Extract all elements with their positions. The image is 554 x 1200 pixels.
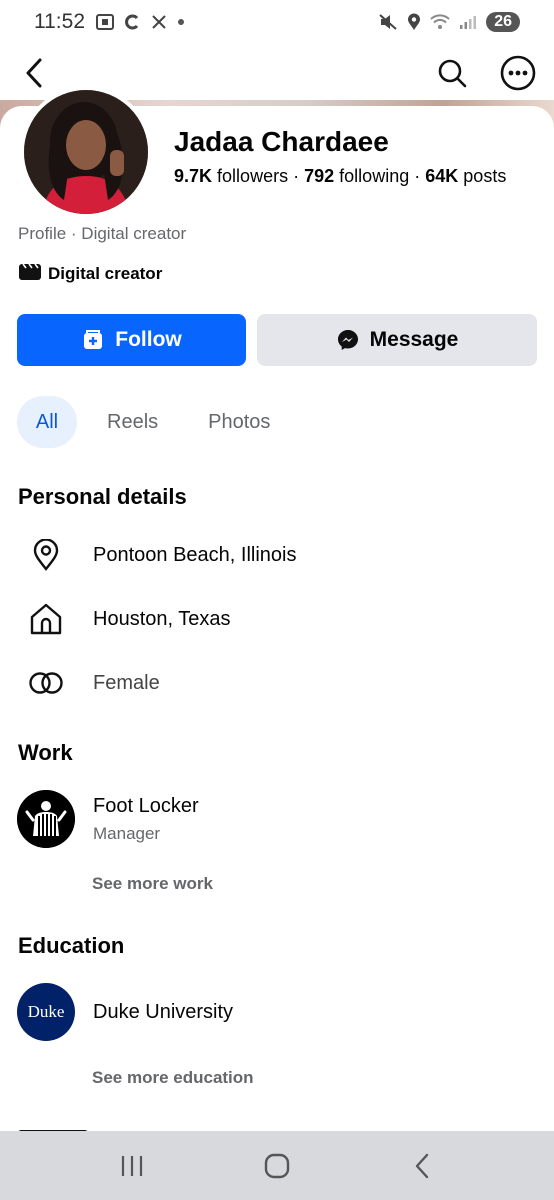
work-org-name: Foot Locker: [93, 794, 199, 817]
dot-icon: [177, 18, 185, 26]
home-circle-icon: [264, 1153, 290, 1178]
system-back-button[interactable]: [392, 1141, 452, 1191]
search-button[interactable]: [432, 53, 472, 93]
recent-apps-icon: [122, 1155, 143, 1176]
signal-icon: [459, 14, 477, 30]
message-button[interactable]: Message: [257, 314, 537, 366]
follow-label: Follow: [115, 328, 182, 351]
posts-label: posts: [463, 166, 507, 186]
detail-text: Pontoon Beach, Illinois: [93, 543, 297, 566]
tab-label: All: [35, 410, 59, 433]
education-heading: Education: [18, 933, 125, 958]
back-button[interactable]: [16, 55, 52, 91]
followers-label: followers: [217, 166, 289, 186]
followers-count: 9.7K: [174, 166, 213, 186]
education-item[interactable]: Duke Duke University: [17, 983, 233, 1041]
posts-count: 64K: [425, 166, 459, 186]
detail-gender: Female: [18, 655, 538, 711]
profile-stats: 9.7K followers · 792 following · 64K pos…: [174, 166, 506, 187]
profile-tabs: All Reels Photos: [17, 396, 290, 448]
message-label: Message: [369, 328, 459, 351]
tab-label: Reels: [107, 410, 159, 433]
location-icon: [407, 13, 421, 31]
education-org-name: Duke University: [93, 1000, 234, 1023]
posts-link[interactable]: 64K posts: [425, 166, 506, 186]
screenshot-icon: [95, 13, 115, 31]
following-count: 792: [304, 166, 335, 186]
system-nav-bar: [0, 1131, 554, 1200]
detail-hometown[interactable]: Houston, Texas: [18, 591, 538, 647]
following-link[interactable]: 792 following: [304, 166, 409, 186]
tab-reels[interactable]: Reels: [87, 396, 178, 448]
detail-text: Houston, Texas: [93, 607, 231, 630]
location-pin-icon: [18, 539, 74, 571]
tab-label: Photos: [208, 410, 271, 433]
followers-link[interactable]: 9.7K followers: [174, 166, 288, 186]
work-heading: Work: [18, 740, 73, 765]
duke-logo-text: Duke: [27, 1002, 65, 1021]
personal-details-heading: Personal details: [18, 484, 187, 509]
work-role: Manager: [93, 823, 161, 843]
mute-icon: [378, 13, 398, 31]
profile-avatar[interactable]: [20, 86, 152, 218]
battery-indicator: 26: [486, 12, 520, 32]
gender-icon: [18, 671, 74, 695]
tab-photos[interactable]: Photos: [188, 396, 290, 448]
work-item[interactable]: Foot Locker Manager: [17, 790, 199, 848]
status-time: 11:52: [34, 10, 85, 33]
category-label: Digital creator: [48, 263, 163, 283]
c-app-icon: [125, 14, 141, 30]
profile-subtitle: Profile · Digital creator: [18, 224, 187, 243]
more-options-icon: [500, 55, 536, 91]
follow-icon: [84, 330, 103, 349]
detail-text: Female: [93, 671, 160, 694]
follow-button[interactable]: Follow: [17, 314, 246, 366]
stats-separator: ·: [293, 166, 300, 186]
profile-name: Jadaa Chardaee: [174, 126, 389, 157]
home-icon: [18, 603, 74, 635]
category-row: Digital creator: [18, 261, 162, 286]
stats-separator: ·: [414, 166, 421, 186]
home-button[interactable]: [247, 1141, 307, 1191]
x-app-icon: [151, 14, 167, 30]
wifi-icon: [430, 14, 450, 30]
tab-all[interactable]: All: [17, 396, 77, 448]
clapperboard-icon: [18, 261, 42, 286]
status-bar: 11:52 26: [0, 0, 554, 44]
see-more-work-link[interactable]: See more work: [92, 874, 213, 894]
back-arrow-icon: [415, 1153, 428, 1178]
foot-locker-logo: [17, 790, 75, 848]
duke-logo: Duke: [17, 983, 75, 1041]
more-options-button[interactable]: [498, 53, 538, 93]
detail-current-city[interactable]: Pontoon Beach, Illinois: [18, 527, 538, 583]
messenger-icon: [337, 330, 358, 350]
see-more-education-link[interactable]: See more education: [92, 1068, 254, 1088]
search-icon: [438, 59, 467, 88]
recent-apps-button[interactable]: [102, 1141, 162, 1191]
following-label: following: [339, 166, 410, 186]
chevron-left-icon: [26, 58, 42, 88]
